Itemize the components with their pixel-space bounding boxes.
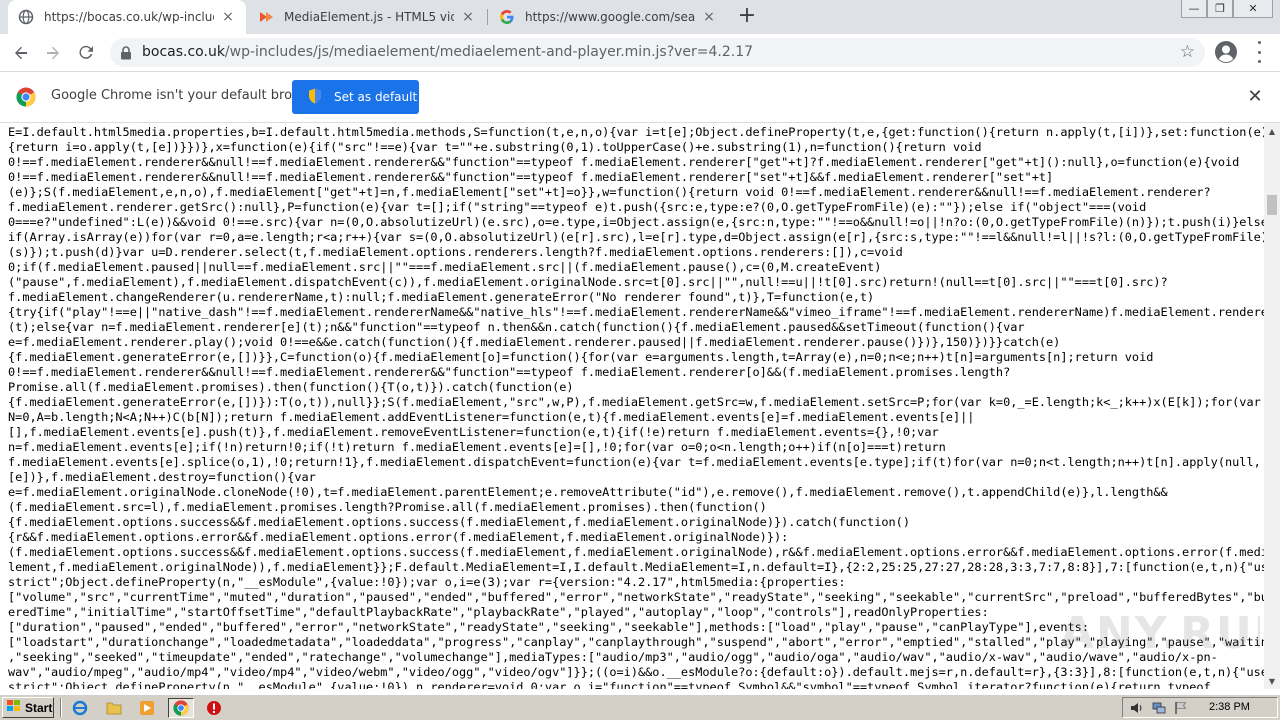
reload-icon — [79, 45, 93, 59]
code-line: 0!==f.mediaElement.renderer&&null!==f.me… — [8, 155, 1240, 169]
scrollbar-thumb[interactable] — [1267, 195, 1277, 215]
tab-close-icon[interactable]: × — [460, 9, 476, 25]
code-line: [],f.mediaElement.events[e].push(t)},f.m… — [8, 425, 939, 439]
code-line: 0===e?"undefined":L(e))&&void 0!==e.src)… — [8, 215, 1264, 229]
media-player-icon[interactable] — [137, 698, 157, 718]
code-line: 0!==f.mediaElement.renderer&&null!==f.me… — [8, 365, 1011, 379]
taskbar-separator — [60, 698, 62, 717]
start-button[interactable]: Start — [2, 697, 54, 718]
windows-flag-icon — [6, 699, 22, 716]
code-line: (f.mediaElement.options.success&&f.media… — [8, 545, 1264, 559]
chrome-menu-icon[interactable] — [1254, 41, 1264, 63]
code-line: (t);else{var n=f.mediaElement.renderer[e… — [8, 320, 1025, 334]
code-line: [e])},f.mediaElement.destroy=function(){… — [8, 470, 316, 484]
code-line: 0!==f.mediaElement.renderer&&null!==f.me… — [8, 170, 1054, 184]
tab-separator — [487, 9, 488, 25]
code-line: ("pause",f.mediaElement),f.mediaElement.… — [8, 275, 1168, 289]
taskbar-clock: 2:38 PM — [1209, 701, 1250, 713]
code-line: e=f.mediaElement.originalNode.cloneNode(… — [8, 485, 1168, 499]
url-path: /wp-includes/js/mediaelement/mediaelemen… — [224, 44, 754, 60]
code-line: {return i=o.apply(t,[e])}})},x=function(… — [8, 140, 982, 154]
forward-arrow-icon — [47, 46, 59, 60]
code-line: n=f.mediaElement.events[e];if(!n)return!… — [8, 440, 946, 454]
code-line: {r&&f.mediaElement.options.error&&f.medi… — [8, 530, 789, 544]
tab-close-icon[interactable]: × — [220, 9, 236, 25]
infobar-close-icon[interactable]: ✕ — [1245, 87, 1265, 107]
tab-title: https://www.google.com/search?q= — [525, 10, 695, 24]
code-line: strict";Object.defineProperty(n,"__esMod… — [8, 680, 1211, 689]
code-line: ["duration","paused","ended","buffered",… — [8, 620, 1089, 634]
browser-toolbar: bocas.co.uk/wp-includes/js/mediaelement/… — [0, 34, 1280, 72]
vertical-scrollbar[interactable]: ▲ ▼ — [1264, 123, 1280, 689]
watermark-logo: ANY.RUN — [1060, 600, 1280, 670]
svg-text:ANY.RUN: ANY.RUN — [1060, 608, 1260, 659]
forward-button[interactable] — [40, 40, 66, 66]
back-button[interactable] — [8, 40, 34, 66]
bookmark-star-icon[interactable]: ☆ — [1180, 43, 1195, 61]
code-line: {f.mediaElement.options.success&&f.media… — [8, 515, 911, 529]
reload-button[interactable] — [73, 40, 99, 66]
system-tray: 2:38 PM — [1122, 697, 1278, 718]
tab-title: https://bocas.co.uk/wp-includes/js/m — [44, 10, 214, 24]
infobar-message: Google Chrome isn't your default browser — [51, 88, 323, 103]
globe-icon — [18, 9, 34, 25]
chrome-logo-icon — [16, 87, 36, 111]
google-icon — [499, 9, 515, 25]
start-label: Start — [25, 700, 53, 715]
code-line: Promise.all(f.mediaElement.promises).the… — [8, 380, 574, 394]
back-arrow-icon — [15, 46, 27, 60]
scroll-down-arrow-icon[interactable]: ▼ — [1264, 673, 1280, 689]
windows-taskbar: Start 2:38 PM — [0, 694, 1280, 720]
tab-close-icon[interactable]: × — [701, 9, 717, 25]
url-text[interactable]: bocas.co.uk/wp-includes/js/mediaelement/… — [142, 44, 753, 60]
code-line: {try{if("play"!==e||"native_dash"!==f.me… — [8, 305, 1264, 319]
code-line: eredTime","initialTime","startOffsetTime… — [8, 605, 989, 619]
tab-mediaelement[interactable]: MediaElement.js - HTML5 video and a × — [248, 0, 486, 34]
code-line: (s)});t.push(d)}var u=D.renderer.select(… — [8, 245, 903, 259]
tab-title: MediaElement.js - HTML5 video and a — [284, 10, 454, 24]
code-line: (f.mediaElement.src=l),f.mediaElement.pr… — [8, 500, 767, 514]
volume-icon[interactable] — [1129, 700, 1145, 716]
set-as-default-label: Set as default — [334, 90, 418, 104]
code-line: ,"seeking","seeked","timeupdate","ended"… — [8, 650, 1218, 664]
code-line: f.mediaElement.renderer.getSrc():null},P… — [8, 200, 1147, 214]
tab-google-search[interactable]: https://www.google.com/search?q= × — [489, 0, 727, 34]
lock-icon — [120, 45, 132, 64]
code-line: {f.mediaElement.generateError(e,[])}):T(… — [8, 395, 1261, 409]
profile-avatar-icon[interactable] — [1214, 40, 1238, 64]
shield-icon — [308, 88, 322, 107]
window-close-button[interactable]: ✕ — [1233, 0, 1273, 18]
security-flag-icon[interactable] — [1173, 700, 1189, 716]
mediaelement-icon — [258, 9, 274, 25]
address-bar[interactable]: bocas.co.uk/wp-includes/js/mediaelement/… — [110, 38, 1205, 67]
default-browser-infobar: Google Chrome isn't your default browser… — [0, 72, 1280, 123]
minimize-button[interactable]: — — [1181, 0, 1207, 18]
code-line: {f.mediaElement.generateError(e,[])}},C=… — [8, 350, 1154, 364]
code-line: f.mediaElement.changeRenderer(u.renderer… — [8, 290, 875, 304]
code-line: f.mediaElement.events[e].splice(o,1),!0;… — [8, 455, 1261, 469]
folder-icon[interactable] — [104, 698, 124, 718]
stop-icon[interactable] — [204, 698, 224, 718]
new-tab-button[interactable]: + — [736, 5, 758, 28]
scroll-up-arrow-icon[interactable]: ▲ — [1264, 123, 1280, 139]
tab-bocas-js[interactable]: https://bocas.co.uk/wp-includes/js/m × — [8, 0, 246, 34]
tab-strip: https://bocas.co.uk/wp-includes/js/m × M… — [0, 0, 1280, 34]
code-line: N=0,A=b.length;N<A;N++)C(b[N]);return f.… — [8, 410, 975, 424]
url-host: bocas.co.uk — [142, 44, 225, 60]
code-line: lement,f.mediaElement.originalNode)),f.m… — [8, 560, 1264, 574]
network-icon[interactable] — [1151, 700, 1167, 716]
code-line: 0;if(f.mediaElement.paused||null==f.medi… — [8, 260, 882, 274]
maximize-button[interactable]: ❐ — [1207, 0, 1233, 18]
code-line: if(Array.isArray(e))for(var r=0,a=e.leng… — [8, 230, 1264, 244]
code-line: (e)};S(f.mediaElement,e,n,o),f.mediaElem… — [8, 185, 1211, 199]
code-line: E=I.default.html5media.properties,b=I.de… — [8, 125, 1264, 139]
internet-explorer-icon[interactable] — [70, 698, 90, 718]
code-line: e=f.mediaElement.renderer.play();void 0!… — [8, 335, 1061, 349]
chrome-taskbar-icon[interactable] — [168, 698, 194, 718]
code-line: strict";Object.defineProperty(n,"__esMod… — [8, 575, 846, 589]
set-as-default-button[interactable]: Set as default — [292, 80, 419, 114]
